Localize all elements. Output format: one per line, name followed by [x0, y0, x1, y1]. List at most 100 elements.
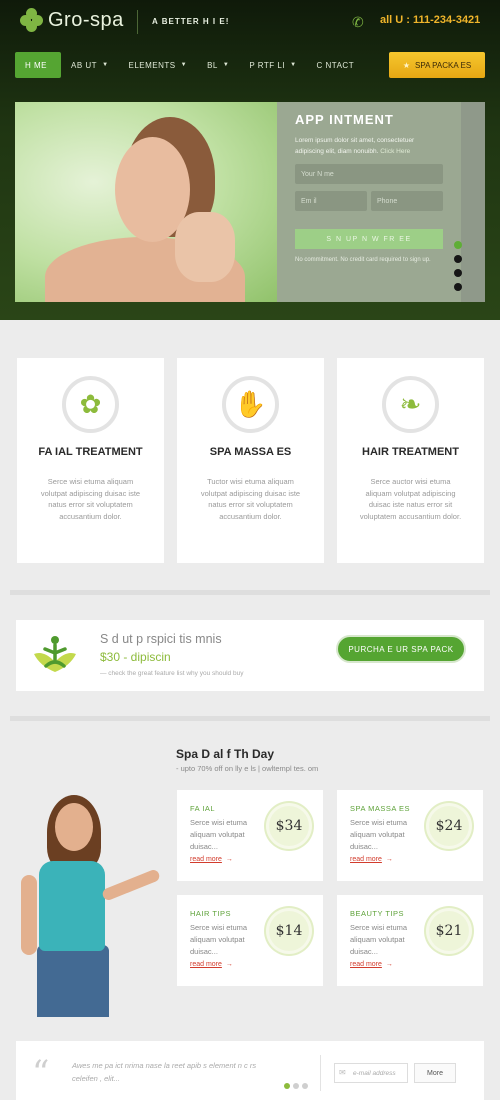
phone-number: all U : 111-234-3421: [380, 14, 481, 26]
phone-icon: ✆: [352, 14, 364, 30]
read-more-link[interactable]: read more →: [190, 961, 233, 968]
service-text: Serce auctor wisi etuma aliquam volutpat…: [359, 477, 462, 521]
caret-down-icon: ▼: [222, 62, 230, 68]
testimonial-quote: Awes me pa ict nrima nase la reet apib s…: [72, 1061, 257, 1083]
slider-dot[interactable]: [454, 283, 462, 291]
nav-item-home[interactable]: H ME: [15, 52, 61, 78]
spa-packages-button[interactable]: ★ SPA PACKA ES: [389, 52, 485, 78]
deal-name[interactable]: FA IAL: [190, 804, 215, 813]
nav-item-portfolio[interactable]: P RTF LI ▼: [239, 52, 306, 78]
phone-field[interactable]: Phone: [371, 191, 443, 211]
arrow-right-icon: →: [385, 961, 393, 968]
caret-down-icon: ▼: [180, 62, 188, 68]
section-divider: [10, 716, 490, 721]
nav-item-blog[interactable]: BL ▼: [197, 52, 239, 78]
appointment-title: APP INTMENT: [295, 112, 394, 127]
quote-icon: “: [32, 1053, 50, 1093]
pager-dot[interactable]: [293, 1083, 299, 1089]
deal-text: Serce wisi etuma aliquam volutpat duisac…: [350, 923, 408, 956]
nav-label: ELEMENTS: [128, 60, 176, 70]
leaf-icon: ❧: [382, 376, 439, 433]
package-price: $30 - dipiscin: [100, 650, 171, 664]
read-more-label: read more: [190, 856, 222, 863]
section-divider: [10, 590, 490, 595]
price-badge: $21: [429, 911, 469, 951]
phone-placeholder: Phone: [377, 197, 398, 205]
appointment-description: Lorem ipsum dolor sit amet, consectetuer…: [295, 135, 443, 157]
service-title[interactable]: FA IAL TREATMENT: [17, 446, 164, 458]
read-more-link[interactable]: read more →: [350, 961, 393, 968]
more-button[interactable]: More: [414, 1063, 456, 1083]
deal-name[interactable]: HAIR TIPS: [190, 909, 231, 918]
envelope-icon: ✉: [339, 1068, 346, 1077]
read-more-link[interactable]: read more →: [190, 856, 233, 863]
nav-label: P RTF LI: [249, 60, 286, 70]
price-badge: $24: [429, 806, 469, 846]
star-icon: ★: [402, 60, 410, 70]
caret-down-icon: ▼: [102, 62, 109, 68]
yoga-icon: [34, 636, 76, 672]
arrow-right-icon: →: [225, 961, 233, 968]
model-face-image: [45, 117, 245, 302]
nav-item-contact[interactable]: C NTACT: [307, 52, 365, 78]
newsletter-email-input[interactable]: ✉ e-mail address: [334, 1063, 408, 1083]
name-field[interactable]: Your N me: [295, 164, 443, 184]
price-badge: $34: [269, 806, 309, 846]
site-header: Gro-spa A BETTER H I E! ✆ all U : 111-23…: [0, 0, 500, 320]
slider-dot[interactable]: [454, 255, 462, 263]
hero-slider: APP INTMENT Lorem ipsum dolor sit amet, …: [15, 102, 485, 302]
nav-item-elements[interactable]: ELEMENTS ▼: [119, 52, 198, 78]
purchase-package-button[interactable]: PURCHA E UR SPA PACK: [336, 635, 466, 663]
service-card-facial: ✿ FA IAL TREATMENT Serce wisi etuma aliq…: [17, 358, 164, 563]
deal-card: SPA MASSA ES Serce wisi etuma aliquam vo…: [337, 790, 483, 881]
deal-text: Serce wisi etuma aliquam volutpat duisac…: [350, 818, 408, 851]
deal-name[interactable]: SPA MASSA ES: [350, 804, 410, 813]
service-title[interactable]: SPA MASSA ES: [177, 446, 324, 458]
pager-dot[interactable]: [284, 1083, 290, 1089]
read-more-link[interactable]: read more →: [350, 856, 393, 863]
nav-item-about[interactable]: AB UT ▼: [61, 52, 119, 78]
nav-label: H ME: [25, 60, 47, 70]
nav-label: BL: [207, 60, 218, 70]
deal-text: Serce wisi etuma aliquam volutpat duisac…: [190, 818, 248, 851]
package-note: — check the great feature list why you s…: [100, 670, 244, 677]
appointment-form: APP INTMENT Lorem ipsum dolor sit amet, …: [277, 102, 461, 302]
logo[interactable]: Gro-spa: [20, 8, 124, 32]
slider-dot[interactable]: [454, 269, 462, 277]
service-text: Tuctor wisi etuma aliquam volutpat adipi…: [200, 477, 301, 521]
price-badge: $14: [269, 911, 309, 951]
read-more-label: read more: [350, 961, 382, 968]
read-more-label: read more: [190, 961, 222, 968]
tagline: A BETTER H I E!: [137, 10, 229, 34]
name-placeholder: Your N me: [301, 170, 334, 178]
email-field[interactable]: Em il: [295, 191, 367, 211]
testimonial-pager: [284, 1083, 308, 1089]
nav-label: AB UT: [71, 60, 98, 70]
pager-dot[interactable]: [302, 1083, 308, 1089]
caret-down-icon: ▼: [290, 62, 297, 68]
click-here-link[interactable]: Click Here: [380, 148, 410, 155]
spa-packages-label: SPA PACKA ES: [414, 60, 472, 70]
package-title: S d ut p rspici tis mnis: [100, 632, 222, 646]
email-placeholder: e-mail address: [353, 1069, 396, 1077]
service-title[interactable]: HAIR TREATMENT: [337, 446, 484, 458]
nav-label: C NTACT: [316, 60, 355, 70]
read-more-label: read more: [350, 856, 382, 863]
service-text: Serce wisi etuma aliquam volutpat adipis…: [40, 477, 141, 521]
hand-icon: ✋: [222, 376, 279, 433]
main-nav: H ME AB UT ▼ ELEMENTS ▼ BL ▼ P RTF LI ▼ C NT…: [15, 52, 485, 78]
deals-title: Spa D al f Th Day: [176, 747, 275, 761]
signup-button[interactable]: S N UP N W FR EE: [295, 229, 443, 249]
deal-text: Serce wisi etuma aliquam volutpat duisac…: [190, 923, 248, 956]
slider-side-panel: [461, 102, 485, 302]
appointment-footnote: No commitment. No credit card required t…: [295, 257, 431, 263]
deal-name[interactable]: BEAUTY TIPS: [350, 909, 404, 918]
service-card-massage: ✋ SPA MASSA ES Tuctor wisi etuma aliquam…: [177, 358, 324, 563]
clover-icon: [20, 8, 44, 32]
arrow-right-icon: →: [385, 856, 393, 863]
model-woman-image: [17, 795, 167, 1017]
service-card-hair: ❧ HAIR TREATMENT Serce auctor wisi etuma…: [337, 358, 484, 563]
slider-dot[interactable]: [454, 241, 462, 249]
deal-card: HAIR TIPS Serce wisi etuma aliquam volut…: [177, 895, 323, 986]
deal-card: FA IAL Serce wisi etuma aliquam volutpat…: [177, 790, 323, 881]
